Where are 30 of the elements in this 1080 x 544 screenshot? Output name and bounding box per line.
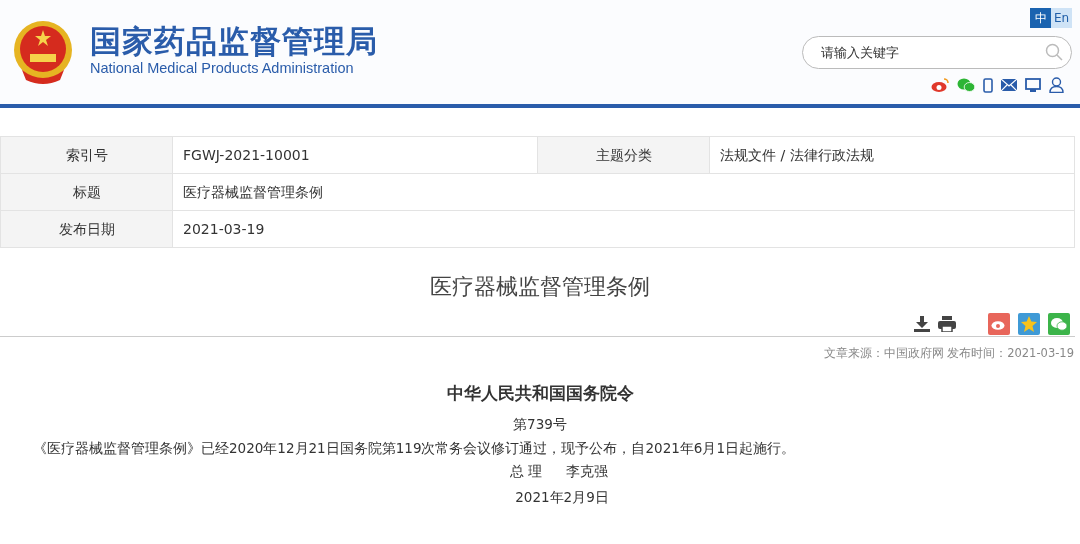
- field-label: 发布日期: [0, 210, 173, 248]
- decree-number: 第739号: [512, 415, 568, 435]
- field-label: 索引号: [0, 136, 173, 174]
- decree-date: 2021年2月9日: [514, 488, 610, 507]
- field-value: 法规文件 / 法律行政法规: [709, 136, 1075, 174]
- user-icon[interactable]: [1049, 77, 1064, 93]
- decree-paragraph: 《医疗器械监督管理条例》已经2020年12月21日国务院第119次常务会议修订通过，现予公布，自2021年6月1日起施行。: [32, 438, 796, 458]
- search-field[interactable]: 请输入关键字: [802, 36, 1072, 69]
- mail-icon[interactable]: [1001, 79, 1017, 91]
- download-icon[interactable]: [914, 315, 930, 332]
- wechat-share-icon[interactable]: [1048, 312, 1070, 335]
- decree-heading: 中华人民共和国国务院令: [445, 383, 635, 406]
- field-label: 主题分类: [537, 136, 710, 174]
- field-value: 2021-03-19: [172, 210, 1075, 248]
- wechat-icon[interactable]: [957, 78, 975, 92]
- site-subtitle: National Medical Products Administration: [90, 59, 355, 79]
- signature-name: 李克强: [566, 462, 609, 482]
- source-info: 文章来源：中国政府网 发布时间：2021-03-19: [822, 345, 1075, 362]
- signature-title: 总 理: [509, 462, 543, 482]
- emblem-icon: [12, 20, 74, 84]
- language-toggle[interactable]: 中: [1030, 8, 1051, 28]
- language-toggle[interactable]: En: [1051, 8, 1072, 28]
- phone-icon[interactable]: [983, 77, 993, 93]
- article-title: 医疗器械监督管理条例: [429, 273, 651, 301]
- monitor-icon[interactable]: [1025, 77, 1041, 93]
- field-value: 医疗器械监督管理条例: [172, 173, 1075, 211]
- site-title: 国家药品监督管理局: [90, 24, 378, 59]
- field-value: FGWJ-2021-10001: [172, 136, 538, 174]
- field-label: 标题: [0, 173, 173, 211]
- print-icon[interactable]: [938, 315, 956, 332]
